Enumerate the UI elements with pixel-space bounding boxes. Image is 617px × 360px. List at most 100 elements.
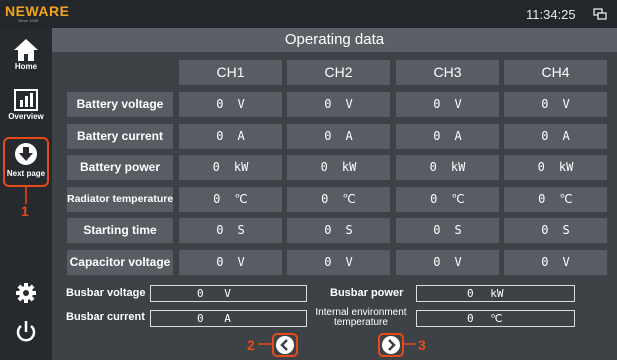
- cell-value: 0: [213, 192, 221, 206]
- nav-overview[interactable]: Overview: [0, 88, 52, 121]
- network-icon[interactable]: [593, 7, 607, 21]
- row-label: Battery current: [67, 124, 173, 149]
- value-cell: 0A: [396, 124, 499, 149]
- chevron-right-icon: [388, 339, 396, 351]
- chevron-left-icon: [280, 339, 288, 351]
- busbar-current-value: 0: [197, 312, 204, 325]
- cell-unit: ℃: [559, 192, 573, 206]
- cell-value: 0: [321, 192, 329, 206]
- value-cell: 0A: [287, 124, 390, 149]
- cell-unit: S: [562, 223, 570, 237]
- cell-unit: A: [345, 129, 353, 143]
- busbar-voltage-field: 0 V: [150, 285, 307, 302]
- cell-value: 0: [324, 97, 332, 111]
- cell-unit: kW: [341, 160, 357, 174]
- cell-value: 0: [541, 255, 549, 269]
- value-cell: 0V: [396, 250, 499, 275]
- busbar-power-value: 0: [467, 287, 474, 300]
- power-icon: [16, 321, 36, 342]
- cell-value: 0: [324, 223, 332, 237]
- row-label: Battery voltage: [67, 92, 173, 117]
- prev-page-button[interactable]: [276, 336, 294, 354]
- cell-value: 0: [429, 160, 437, 174]
- env-temperature-label-line2: temperature: [334, 317, 388, 328]
- value-cell: 0V: [287, 250, 390, 275]
- value-cell: 0A: [504, 124, 607, 149]
- cell-unit: ℃: [234, 192, 248, 206]
- bar-chart-icon: [14, 89, 38, 111]
- cell-unit: S: [454, 223, 462, 237]
- clock: 11:34:25: [526, 7, 576, 22]
- busbar-current-label: Busbar current: [66, 311, 145, 323]
- value-cell: 0V: [504, 92, 607, 117]
- callout-3: 3: [418, 337, 426, 353]
- cell-unit: V: [345, 255, 353, 269]
- next-page-arrow-button[interactable]: [382, 336, 400, 354]
- env-temperature-unit: ℃: [490, 312, 503, 325]
- cell-value: 0: [212, 160, 220, 174]
- cell-value: 0: [433, 255, 441, 269]
- nav-overview-label: Overview: [8, 112, 44, 121]
- value-cell: 0 ℃: [504, 187, 607, 212]
- busbar-voltage-value: 0: [197, 287, 204, 300]
- cell-unit: kW: [450, 160, 466, 174]
- cell-value: 0: [216, 255, 224, 269]
- cell-value: 0: [320, 160, 328, 174]
- nav-home-label: Home: [14, 62, 38, 71]
- channel-header-4: CH4: [504, 60, 607, 85]
- busbar-current-unit: A: [224, 312, 231, 325]
- env-temperature-field: 0 ℃: [416, 310, 575, 327]
- cell-value: 0: [430, 192, 438, 206]
- value-cell: 0S: [504, 218, 607, 243]
- busbar-current-field: 0 A: [150, 310, 307, 327]
- cell-unit: V: [237, 255, 245, 269]
- cell-unit: V: [454, 97, 462, 111]
- channel-header-2: CH2: [287, 60, 390, 85]
- value-cell: 0 ℃: [287, 187, 390, 212]
- cell-unit: A: [562, 129, 570, 143]
- power-button[interactable]: [0, 320, 52, 344]
- value-cell: 0V: [396, 92, 499, 117]
- settings-button[interactable]: [0, 282, 52, 304]
- cell-unit: V: [345, 97, 353, 111]
- cell-value: 0: [541, 97, 549, 111]
- cell-unit: kW: [233, 160, 249, 174]
- cell-unit: V: [237, 97, 245, 111]
- cell-value: 0: [541, 129, 549, 143]
- value-cell: 0V: [179, 250, 282, 275]
- value-cell: 0V: [179, 92, 282, 117]
- env-temperature-label: Internal environment temperature: [309, 308, 413, 328]
- cell-value: 0: [541, 223, 549, 237]
- cell-unit: S: [237, 223, 245, 237]
- value-cell: 0S: [179, 218, 282, 243]
- cell-unit: V: [562, 97, 570, 111]
- annotation-lines: [25, 187, 416, 345]
- cell-unit: A: [454, 129, 462, 143]
- busbar-power-unit: kW: [490, 287, 504, 300]
- cell-value: 0: [537, 160, 545, 174]
- busbar-power-field: 0 kW: [416, 285, 575, 302]
- cell-unit: ℃: [451, 192, 465, 206]
- row-label: Battery power: [67, 155, 173, 180]
- nav-home[interactable]: Home: [0, 38, 52, 71]
- gear-icon: [16, 283, 36, 303]
- highlight-next-page: [3, 137, 49, 187]
- cell-unit: V: [454, 255, 462, 269]
- callout-1: 1: [21, 203, 29, 219]
- value-cell: 0 ℃: [179, 187, 282, 212]
- row-label: Radiator temperature: [67, 187, 173, 212]
- cell-unit: ℃: [342, 192, 356, 206]
- cell-value: 0: [433, 97, 441, 111]
- value-cell: 0V: [287, 92, 390, 117]
- cell-unit: kW: [558, 160, 574, 174]
- callout-2: 2: [247, 337, 255, 353]
- cell-value: 0: [538, 192, 546, 206]
- channel-header-1: CH1: [179, 60, 282, 85]
- value-cell: 0 kW: [179, 155, 282, 180]
- sidebar: [0, 28, 52, 360]
- cell-unit: S: [345, 223, 353, 237]
- value-cell: 0V: [504, 250, 607, 275]
- brand-tagline: Since 1998: [18, 18, 39, 23]
- cell-value: 0: [433, 223, 441, 237]
- value-cell: 0A: [179, 124, 282, 149]
